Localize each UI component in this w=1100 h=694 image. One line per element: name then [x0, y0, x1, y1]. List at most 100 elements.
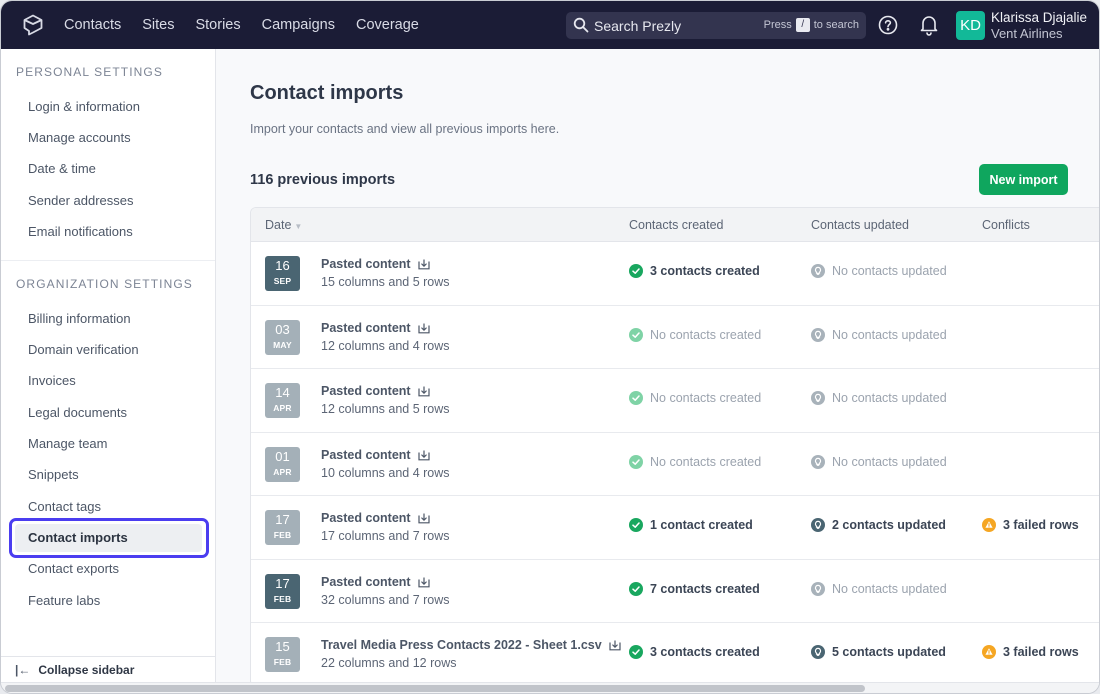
contacts-created-text: 1 contact created — [650, 518, 753, 532]
sidebar-item-contact-tags[interactable]: Contact tags — [15, 493, 202, 521]
nav-stories[interactable]: Stories — [195, 17, 240, 33]
import-name: Pasted content — [321, 384, 430, 398]
import-name-text: Pasted content — [321, 320, 411, 335]
scrollbar-thumb[interactable] — [5, 685, 865, 692]
date-month: APR — [273, 403, 292, 413]
date-day: 17 — [275, 575, 290, 591]
table-row[interactable]: 16 SEP Pasted content 15 columns and 5 r… — [251, 242, 1099, 306]
table-row[interactable]: 15 FEB Travel Media Press Contacts 2022 … — [251, 623, 1099, 686]
sidebar-item-date-time[interactable]: Date & time — [15, 155, 202, 183]
nav-campaigns[interactable]: Campaigns — [262, 17, 335, 33]
table-header: Date ▼ Contacts created Contacts updated … — [251, 208, 1099, 242]
horizontal-scrollbar[interactable] — [1, 682, 1099, 693]
sidebar-item-contact-exports[interactable]: Contact exports — [15, 555, 202, 583]
page-title: Contact imports — [250, 82, 404, 104]
download-icon[interactable] — [418, 449, 430, 461]
nav-coverage[interactable]: Coverage — [356, 17, 419, 33]
contacts-created-text: 3 contacts created — [650, 264, 760, 278]
column-date-label: Date — [265, 218, 292, 232]
sidebar-divider — [1, 260, 215, 261]
sidebar-item-login-information[interactable]: Login & information — [15, 93, 202, 121]
check-circle-icon — [629, 581, 643, 596]
import-size: 32 columns and 7 rows — [321, 592, 450, 607]
sidebar-item-billing-information[interactable]: Billing information — [15, 305, 202, 333]
table-row[interactable]: 01 APR Pasted content 10 columns and 4 r… — [251, 433, 1099, 496]
import-name: Pasted content — [321, 575, 430, 589]
sidebar-item-email-notifications[interactable]: Email notifications — [15, 218, 202, 246]
user-name: Klarissa Djajalie — [991, 10, 1088, 25]
contacts-updated-text: No contacts updated — [832, 264, 947, 278]
search-shortcut-hint: Press / to search — [764, 18, 859, 32]
collapse-sidebar-button[interactable]: |← Collapse sidebar — [1, 656, 215, 683]
import-name: Pasted content — [321, 321, 430, 335]
conflicts-cell: 3 failed rows — [982, 518, 1079, 532]
help-icon[interactable] — [878, 15, 898, 35]
table-row[interactable]: 14 APR Pasted content 12 columns and 5 r… — [251, 369, 1099, 433]
settings-sidebar: PERSONAL SETTINGS Login & information Ma… — [1, 49, 216, 683]
sidebar-item-legal-documents[interactable]: Legal documents — [15, 399, 202, 427]
contacts-created-cell: 3 contacts created — [629, 645, 760, 659]
search-input[interactable] — [594, 12, 754, 39]
contacts-created-cell: No contacts created — [629, 391, 761, 405]
contacts-created-text: No contacts created — [650, 327, 762, 342]
user-avatar[interactable]: KD — [956, 11, 985, 40]
download-icon[interactable] — [418, 258, 430, 270]
download-icon[interactable] — [418, 512, 430, 524]
sidebar-item-domain-verification[interactable]: Domain verification — [15, 336, 202, 364]
lightbulb-icon — [811, 518, 825, 532]
table-row[interactable]: 03 MAY Pasted content 12 columns and 4 r… — [251, 306, 1099, 369]
table-row[interactable]: 17 FEB Pasted content 32 columns and 7 r… — [251, 560, 1099, 623]
main-content: Contact imports Import your contacts and… — [216, 49, 1099, 687]
user-menu[interactable]: Klarissa Djajalie Vent Airlines — [991, 10, 1087, 42]
sidebar-item-manage-team[interactable]: Manage team — [15, 430, 202, 458]
search-icon — [573, 17, 589, 33]
contacts-updated-cell: No contacts updated — [811, 391, 947, 405]
contacts-updated-text: No contacts updated — [832, 454, 947, 469]
sidebar-item-snippets[interactable]: Snippets — [15, 461, 202, 489]
contacts-updated-cell: 2 contacts updated — [811, 518, 946, 532]
contacts-updated-text: No contacts updated — [832, 391, 947, 405]
download-icon[interactable] — [418, 322, 430, 334]
date-badge: 14 APR — [265, 383, 300, 418]
contacts-updated-cell: No contacts updated — [811, 454, 947, 469]
search-box[interactable]: Press / to search — [566, 12, 866, 39]
date-badge: 15 FEB — [265, 637, 300, 672]
sidebar-item-sender-addresses[interactable]: Sender addresses — [15, 187, 202, 215]
contacts-updated-cell: 5 contacts updated — [811, 645, 946, 659]
date-badge: 03 MAY — [265, 319, 300, 355]
date-day: 17 — [275, 512, 290, 527]
sidebar-item-contact-imports[interactable]: Contact imports — [15, 524, 202, 552]
date-day: 03 — [275, 321, 290, 337]
warning-icon — [982, 645, 996, 659]
table-row[interactable]: 17 FEB Pasted content 17 columns and 7 r… — [251, 496, 1099, 560]
page-subtitle: Import your contacts and view all previo… — [250, 122, 560, 136]
hint-text-before: Press — [763, 19, 792, 31]
contacts-updated-cell: No contacts updated — [811, 581, 947, 596]
check-circle-icon — [629, 454, 643, 469]
import-name: Pasted content — [321, 448, 430, 462]
lightbulb-icon — [811, 581, 825, 596]
nav-sites[interactable]: Sites — [142, 17, 174, 33]
collapse-sidebar-label: Collapse sidebar — [38, 663, 135, 677]
column-header-date[interactable]: Date ▼ — [265, 218, 302, 232]
sidebar-item-invoices[interactable]: Invoices — [15, 367, 202, 395]
download-icon[interactable] — [609, 639, 621, 651]
prezly-logo-icon[interactable] — [21, 13, 45, 37]
sidebar-item-feature-labs[interactable]: Feature labs — [15, 587, 202, 615]
import-name-text: Pasted content — [321, 257, 411, 271]
date-month: MAY — [273, 339, 292, 350]
notifications-bell-icon[interactable] — [919, 14, 939, 36]
main-nav: Contacts Sites Stories Campaigns Coverag… — [64, 1, 440, 49]
download-icon[interactable] — [418, 385, 430, 397]
sidebar-item-manage-accounts[interactable]: Manage accounts — [15, 124, 202, 152]
date-badge: 17 FEB — [265, 573, 300, 609]
column-header-updated: Contacts updated — [811, 218, 909, 232]
import-name: Pasted content — [321, 511, 430, 525]
new-import-button[interactable]: New import — [979, 164, 1068, 195]
import-size: 10 columns and 4 rows — [321, 465, 450, 480]
contacts-updated-cell: No contacts updated — [811, 327, 947, 342]
import-name-text: Travel Media Press Contacts 2022 - Sheet… — [321, 638, 602, 652]
nav-contacts[interactable]: Contacts — [64, 17, 121, 33]
contacts-updated-text: 5 contacts updated — [832, 645, 946, 659]
download-icon[interactable] — [418, 576, 430, 588]
